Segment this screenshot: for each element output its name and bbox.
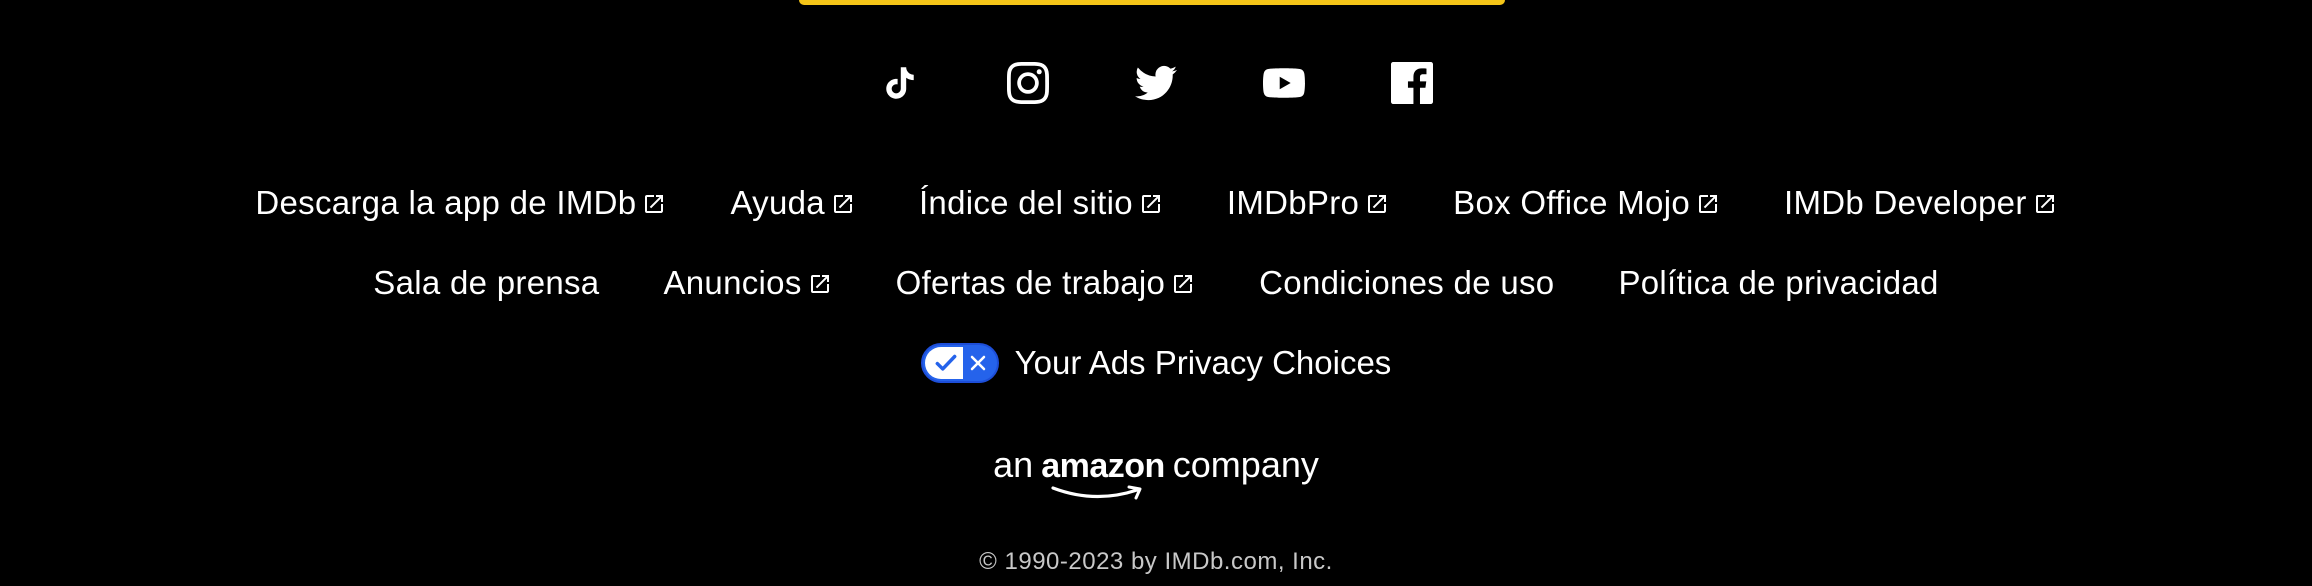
amazon-wordmark: amazon [1041,447,1165,485]
amazon-prefix: an [993,444,1034,485]
facebook-icon [1391,62,1433,104]
tiktok-link[interactable] [836,58,964,108]
external-link-icon [642,192,666,216]
twitter-icon [1135,65,1177,101]
footer-link-indice-del-sitio[interactable]: Índice del sitio [919,180,1163,226]
external-link-icon [1139,192,1163,216]
ads-privacy-choices-link[interactable]: Your Ads Privacy Choices [1015,340,1392,386]
amazon-suffix: company [1172,444,1319,485]
footer-link-descarga-la-app-de-imdb[interactable]: Descarga la app de IMDb [255,180,666,226]
footer-link-label: Box Office Mojo [1453,184,1690,221]
external-link-icon [1696,192,1720,216]
copyright-notice: © 1990-2023 by IMDb.com, Inc. [979,548,1333,575]
check-icon [935,354,957,371]
footer-link-imdb-developer[interactable]: IMDb Developer [1784,180,2057,226]
footer-link-anuncios[interactable]: Anuncios [663,260,831,306]
footer-link-ofertas-de-trabajo[interactable]: Ofertas de trabajo [896,260,1196,306]
amazon-smile-icon [1051,485,1142,500]
top-accent-bar [799,0,1505,5]
footer-link-imdbpro[interactable]: IMDbPro [1227,180,1389,226]
external-link-icon [831,192,855,216]
footer-links-primary: Descarga la app de IMDb Ayuda Índice del s… [0,180,2312,226]
footer-link-politica-de-privacidad[interactable]: Política de privacidad [1618,260,1938,306]
instagram-icon [1007,62,1049,104]
footer-link-label: Condiciones de uso [1259,264,1555,301]
footer-link-label: IMDbPro [1226,184,1360,221]
youtube-icon [1263,68,1305,98]
footer-link-label: Ofertas de trabajo [895,264,1166,301]
ads-privacy-choices: Your Ads Privacy Choices [0,340,2312,386]
external-link-icon [2033,192,2057,216]
close-icon [970,355,985,371]
external-link-icon [1365,192,1389,216]
youtube-link[interactable] [1220,58,1348,108]
amazon-brand: amazon [1041,447,1165,500]
privacy-choices-toggle[interactable] [920,343,999,383]
external-link-icon [808,272,832,296]
footer-link-condiciones-de-uso[interactable]: Condiciones de uso [1259,260,1554,306]
footer-link-label: Política de privacidad [1618,264,1939,301]
footer-link-label: Ayuda [730,184,825,221]
footer-link-ayuda[interactable]: Ayuda [730,180,854,226]
footer-link-sala-de-prensa[interactable]: Sala de prensa [373,260,599,306]
footer-link-label: IMDb Developer [1784,184,2027,221]
external-link-icon [1171,272,1195,296]
facebook-link[interactable] [1348,58,1476,108]
footer-links-secondary: Sala de prensa Anuncios Ofertas de trabajo… [0,260,2312,306]
amazon-company-logo: an amazon company [0,444,2312,500]
footer-link-label: Sala de prensa [373,264,600,301]
social-links [0,58,2312,108]
footer-link-box-office-mojo[interactable]: Box Office Mojo [1453,180,1720,226]
twitter-link[interactable] [1092,58,1220,108]
footer-link-label: Anuncios [663,264,802,301]
instagram-link[interactable] [964,58,1092,108]
tiktok-icon [886,67,914,99]
footer-link-label: Descarga la app de IMDb [255,184,637,221]
footer-link-label: Índice del sitio [918,184,1133,221]
